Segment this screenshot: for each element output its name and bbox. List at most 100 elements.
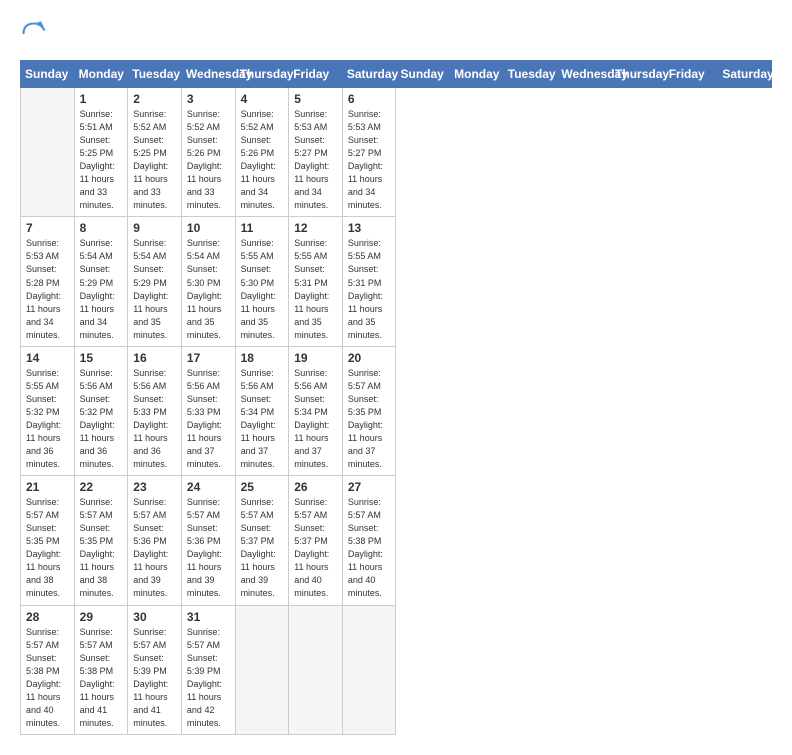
calendar-cell: 31Sunrise: 5:57 AMSunset: 5:39 PMDayligh… [181, 605, 235, 734]
day-header-saturday: Saturday [718, 61, 772, 88]
calendar-cell: 18 Sunrise: 5:56 AMSunset: 5:34 PMDayligh… [235, 346, 289, 475]
calendar-cell: 4 Sunrise: 5:52 AMSunset: 5:26 PMDaylight… [235, 88, 289, 217]
calendar-cell: 3 Sunrise: 5:52 AMSunset: 5:26 PMDaylight… [181, 88, 235, 217]
calendar-cell: 11Sunrise: 5:55 AMSunset: 5:30 PMDayligh… [235, 217, 289, 346]
calendar-cell: 30Sunrise: 5:57 AMSunset: 5:39 PMDayligh… [128, 605, 182, 734]
day-number: 23 [133, 480, 176, 494]
day-info: Sunrise: 5:57 AMSunset: 5:38 PMDaylight:… [26, 626, 69, 730]
calendar-week-row: 1 Sunrise: 5:51 AMSunset: 5:25 PMDaylight… [21, 88, 772, 217]
day-number: 4 [241, 92, 284, 106]
day-number: 26 [294, 480, 337, 494]
calendar-cell: 12 Sunrise: 5:55 AMSunset: 5:31 PMDayligh… [289, 217, 343, 346]
day-number: 10 [187, 221, 230, 235]
day-number: 18 [241, 351, 284, 365]
page-header [20, 20, 772, 48]
calendar-cell: 28Sunrise: 5:57 AMSunset: 5:38 PMDayligh… [21, 605, 75, 734]
logo-icon [20, 20, 48, 48]
day-number: 2 [133, 92, 176, 106]
calendar-week-row: 14 Sunrise: 5:55 AMSunset: 5:32 PMDayligh… [21, 346, 772, 475]
day-info: Sunrise: 5:57 AMSunset: 5:35 PMDaylight:… [80, 496, 123, 600]
day-info: Sunrise: 5:54 AMSunset: 5:29 PMDaylight:… [80, 237, 123, 341]
day-info: Sunrise: 5:53 AMSunset: 5:28 PMDaylight:… [26, 237, 69, 341]
day-header-saturday: Saturday [342, 61, 396, 88]
day-number: 7 [26, 221, 69, 235]
day-number: 5 [294, 92, 337, 106]
day-info: Sunrise: 5:52 AMSunset: 5:26 PMDaylight:… [241, 108, 284, 212]
calendar-cell: 27 Sunrise: 5:57 AMSunset: 5:38 PMDayligh… [342, 476, 396, 605]
day-info: Sunrise: 5:55 AMSunset: 5:31 PMDaylight:… [348, 237, 391, 341]
day-number: 9 [133, 221, 176, 235]
day-info: Sunrise: 5:57 AMSunset: 5:37 PMDaylight:… [241, 496, 284, 600]
calendar-cell: 5 Sunrise: 5:53 AMSunset: 5:27 PMDaylight… [289, 88, 343, 217]
day-number: 25 [241, 480, 284, 494]
day-info: Sunrise: 5:54 AMSunset: 5:29 PMDaylight:… [133, 237, 176, 341]
calendar-cell [342, 605, 396, 734]
day-info: Sunrise: 5:57 AMSunset: 5:36 PMDaylight:… [187, 496, 230, 600]
day-number: 20 [348, 351, 391, 365]
day-header-wednesday: Wednesday [557, 61, 611, 88]
day-number: 3 [187, 92, 230, 106]
day-number: 14 [26, 351, 69, 365]
day-header-thursday: Thursday [611, 61, 665, 88]
day-info: Sunrise: 5:54 AMSunset: 5:30 PMDaylight:… [187, 237, 230, 341]
calendar-cell: 15 Sunrise: 5:56 AMSunset: 5:32 PMDayligh… [74, 346, 128, 475]
calendar-cell: 8 Sunrise: 5:54 AMSunset: 5:29 PMDaylight… [74, 217, 128, 346]
day-info: Sunrise: 5:56 AMSunset: 5:32 PMDaylight:… [80, 367, 123, 471]
day-info: Sunrise: 5:56 AMSunset: 5:33 PMDaylight:… [187, 367, 230, 471]
calendar-header-row: SundayMondayTuesdayWednesdayThursdayFrid… [21, 61, 772, 88]
day-header-wednesday: Wednesday [181, 61, 235, 88]
day-number: 11 [241, 221, 284, 235]
day-info: Sunrise: 5:57 AMSunset: 5:39 PMDaylight:… [133, 626, 176, 730]
calendar-cell [21, 88, 75, 217]
calendar-cell: 7 Sunrise: 5:53 AMSunset: 5:28 PMDaylight… [21, 217, 75, 346]
day-info: Sunrise: 5:55 AMSunset: 5:32 PMDaylight:… [26, 367, 69, 471]
logo [20, 20, 52, 48]
day-number: 24 [187, 480, 230, 494]
calendar-cell: 16 Sunrise: 5:56 AMSunset: 5:33 PMDayligh… [128, 346, 182, 475]
day-info: Sunrise: 5:53 AMSunset: 5:27 PMDaylight:… [348, 108, 391, 212]
day-info: Sunrise: 5:56 AMSunset: 5:33 PMDaylight:… [133, 367, 176, 471]
calendar-cell: 20Sunrise: 5:57 AMSunset: 5:35 PMDayligh… [342, 346, 396, 475]
calendar-cell: 9 Sunrise: 5:54 AMSunset: 5:29 PMDaylight… [128, 217, 182, 346]
day-number: 8 [80, 221, 123, 235]
day-info: Sunrise: 5:51 AMSunset: 5:25 PMDaylight:… [80, 108, 123, 212]
day-header-tuesday: Tuesday [128, 61, 182, 88]
day-info: Sunrise: 5:57 AMSunset: 5:38 PMDaylight:… [348, 496, 391, 600]
calendar-week-row: 21 Sunrise: 5:57 AMSunset: 5:35 PMDayligh… [21, 476, 772, 605]
day-header-thursday: Thursday [235, 61, 289, 88]
calendar-cell: 29Sunrise: 5:57 AMSunset: 5:38 PMDayligh… [74, 605, 128, 734]
day-info: Sunrise: 5:57 AMSunset: 5:37 PMDaylight:… [294, 496, 337, 600]
day-header-friday: Friday [289, 61, 343, 88]
day-header-sunday: Sunday [396, 61, 450, 88]
day-header-monday: Monday [450, 61, 504, 88]
day-info: Sunrise: 5:57 AMSunset: 5:39 PMDaylight:… [187, 626, 230, 730]
day-number: 22 [80, 480, 123, 494]
day-number: 12 [294, 221, 337, 235]
day-number: 21 [26, 480, 69, 494]
day-info: Sunrise: 5:56 AMSunset: 5:34 PMDaylight:… [241, 367, 284, 471]
day-info: Sunrise: 5:56 AMSunset: 5:34 PMDaylight:… [294, 367, 337, 471]
day-number: 27 [348, 480, 391, 494]
calendar-cell: 19 Sunrise: 5:56 AMSunset: 5:34 PMDayligh… [289, 346, 343, 475]
calendar-cell: 22 Sunrise: 5:57 AMSunset: 5:35 PMDayligh… [74, 476, 128, 605]
calendar-table: SundayMondayTuesdayWednesdayThursdayFrid… [20, 60, 772, 735]
day-info: Sunrise: 5:52 AMSunset: 5:26 PMDaylight:… [187, 108, 230, 212]
calendar-week-row: 7 Sunrise: 5:53 AMSunset: 5:28 PMDaylight… [21, 217, 772, 346]
calendar-cell: 13 Sunrise: 5:55 AMSunset: 5:31 PMDayligh… [342, 217, 396, 346]
calendar-cell: 1 Sunrise: 5:51 AMSunset: 5:25 PMDaylight… [74, 88, 128, 217]
day-number: 17 [187, 351, 230, 365]
calendar-cell [289, 605, 343, 734]
day-number: 13 [348, 221, 391, 235]
day-header-friday: Friday [664, 61, 718, 88]
day-header-monday: Monday [74, 61, 128, 88]
day-info: Sunrise: 5:53 AMSunset: 5:27 PMDaylight:… [294, 108, 337, 212]
day-number: 1 [80, 92, 123, 106]
day-info: Sunrise: 5:57 AMSunset: 5:36 PMDaylight:… [133, 496, 176, 600]
day-info: Sunrise: 5:57 AMSunset: 5:38 PMDaylight:… [80, 626, 123, 730]
day-number: 16 [133, 351, 176, 365]
day-number: 19 [294, 351, 337, 365]
day-info: Sunrise: 5:55 AMSunset: 5:31 PMDaylight:… [294, 237, 337, 341]
day-header-sunday: Sunday [21, 61, 75, 88]
calendar-cell: 10 Sunrise: 5:54 AMSunset: 5:30 PMDayligh… [181, 217, 235, 346]
day-number: 15 [80, 351, 123, 365]
